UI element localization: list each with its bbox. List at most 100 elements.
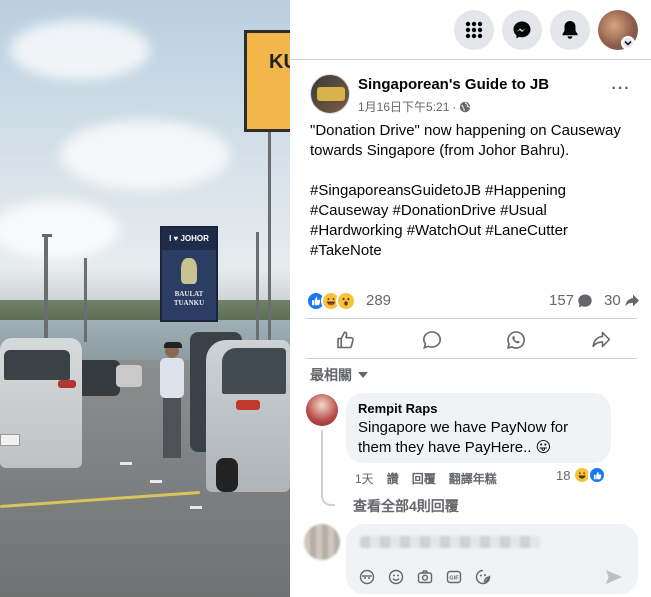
photo-cloud [0,200,120,260]
photo-cloud [60,120,230,190]
post-actions [300,322,640,358]
gif-button[interactable]: GIF [445,568,462,585]
notification-bell-icon [561,20,579,40]
post-timestamp[interactable]: 1月16日下午5:21 [358,98,449,115]
comment-like-button[interactable]: 讚 [387,470,399,487]
post-hashtags[interactable]: #SingaporeansGuidetoJB #Happening #Cause… [310,181,630,261]
silver-car-far [116,365,142,387]
share-count[interactable]: 30 [604,292,640,309]
johor-crest [181,258,197,284]
sticker-button[interactable] [474,568,491,585]
menu-button[interactable] [454,10,494,50]
comment-composer[interactable]: GIF [346,524,638,594]
more-options-button[interactable]: ··· [608,80,634,100]
messenger-button[interactable] [502,10,542,50]
whatsapp-icon [506,330,526,350]
wow-reaction-icon [336,291,356,311]
stats-divider [306,318,637,319]
reaction-count[interactable]: 289 [366,292,391,309]
car-window [4,350,70,380]
white-car [0,338,82,468]
man-pants [163,398,181,458]
share-button[interactable] [587,326,615,354]
comment-actions: 1天 讚 回覆 翻譯年糕 [355,470,497,487]
lamp-pole [44,236,48,340]
comment-text: Singapore we have PayNow for them they h… [358,418,599,458]
man-standing [158,342,186,462]
lamp-pole [84,258,87,342]
page-avatar[interactable] [310,74,350,114]
like-reaction-icon [588,466,607,484]
post-meta: 1月16日下午5:21 · [358,98,471,115]
comment-translate-button[interactable]: 翻譯年糕 [449,470,497,487]
like-button[interactable] [332,326,360,354]
share-count-value: 30 [604,292,621,309]
globe-icon [459,101,471,113]
car-taillight [236,400,260,410]
post-panel: Singaporean's Guide to JB 1月16日下午5:21 · … [290,0,651,597]
johor-sign-bottom: BAULAT TUANKU [173,290,205,307]
send-icon [605,569,623,585]
actions-divider [306,358,637,359]
tongue-emoji: 😛 [535,439,552,456]
comment-time[interactable]: 1天 [355,470,374,487]
caret-down-icon [358,372,368,378]
share-arrow-icon [624,293,640,309]
car-wheel [216,458,238,492]
lamp-pole [256,232,259,342]
sign-pole [268,120,271,340]
comment-bubble: Rempit Raps Singapore we have PayNow for… [346,393,611,463]
lamp-head [42,234,52,237]
chevron-down-icon [624,40,632,46]
comment-bubble-icon [577,293,593,309]
sticker-icon [475,569,491,585]
photo-cloud [10,20,150,80]
post-body: "Donation Drive" now happening on Causew… [310,121,630,261]
share-icon [591,330,611,350]
comment-icon [422,330,442,350]
road-sign-text: KU [269,51,290,73]
car-window [222,348,286,394]
gif-icon: GIF [446,569,462,585]
car-plate [0,434,20,446]
top-divider [290,59,651,60]
comment-count[interactable]: 157 [549,292,593,309]
notifications-button[interactable] [550,10,590,50]
comment-reactions[interactable]: 18 [556,466,607,484]
photo-button[interactable] [416,568,433,585]
post-photo[interactable]: KU I ♥ JOHOR BAULAT TUANKU [0,0,290,597]
commenter-avatar[interactable] [306,394,338,426]
comment-button[interactable] [418,326,446,354]
emoji-button[interactable] [387,568,404,585]
top-bar [290,0,651,60]
road-sign: KU [244,30,290,132]
svg-text:GIF: GIF [449,575,459,581]
comment-reaction-count: 18 [556,467,571,483]
page-name[interactable]: Singaporean's Guide to JB [358,76,549,93]
reply-thread-line [321,430,335,506]
comment-author[interactable]: Rempit Raps [358,401,599,416]
comment-sort-dropdown[interactable]: 最相關 [310,365,368,385]
avatar-sticker-button[interactable] [358,568,375,585]
current-user-avatar [304,524,340,560]
man-shirt [160,358,184,398]
menu-grid-icon [465,21,483,39]
post-header: Singaporean's Guide to JB 1月16日下午5:21 · … [310,74,640,114]
emoji-icon [388,569,404,585]
avatar-face-icon [359,569,375,585]
whatsapp-share-button[interactable] [502,326,530,354]
like-icon [336,330,356,350]
composer-placeholder-blurred [360,536,540,548]
account-menu-button[interactable] [621,36,635,50]
comment-reply-button[interactable]: 回覆 [412,470,436,487]
road-dash [120,462,132,465]
silver-mpv [206,340,290,492]
man-cap [164,342,182,348]
road-dash [190,506,202,509]
view-all-replies-link[interactable]: 查看全部4則回覆 [353,496,459,516]
comment-count-value: 157 [549,292,575,309]
camera-icon [417,569,433,585]
send-button[interactable] [604,568,624,586]
reaction-icons[interactable] [306,291,356,311]
sort-label: 最相關 [310,367,352,383]
